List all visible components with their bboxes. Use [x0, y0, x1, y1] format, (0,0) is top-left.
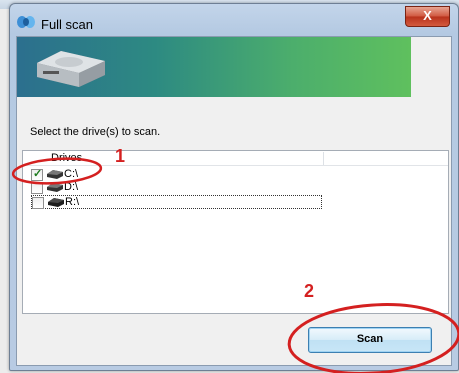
drive-row-c[interactable]: ✓ C:\	[31, 168, 323, 182]
header-banner	[17, 37, 411, 97]
annotation-step-1: 1	[115, 146, 126, 166]
scan-button[interactable]: Scan	[308, 327, 432, 353]
checkbox-c[interactable]: ✓	[31, 168, 43, 181]
hard-drive-icon	[37, 51, 105, 87]
column-header-drives[interactable]: Drives	[51, 152, 324, 165]
drive-icon	[48, 198, 64, 207]
drive-icon	[47, 170, 63, 179]
annotation-step-2: 2	[304, 281, 315, 301]
list-header: Drives	[23, 151, 448, 166]
title-bar[interactable]: Full scan X	[10, 4, 458, 36]
close-button[interactable]: X	[405, 6, 450, 27]
drive-label: D:\	[64, 181, 79, 193]
window-title: Full scan	[41, 17, 94, 32]
instruction-text: Select the drive(s) to scan.	[30, 126, 161, 138]
drive-label: R:\	[65, 196, 80, 208]
drive-icon	[47, 183, 63, 192]
checkmark-icon: ✓	[33, 168, 43, 180]
drives-list[interactable]: Drives ✓ C:\ D:\ R:\	[22, 150, 449, 314]
full-scan-dialog: Full scan X Select the drive(s) to scan.…	[9, 3, 459, 371]
dialog-content: Select the drive(s) to scan. Drives ✓ C:…	[16, 36, 452, 366]
drive-row-d[interactable]: D:\	[31, 181, 323, 195]
app-logo-icon	[17, 16, 35, 28]
drive-label: C:\	[64, 168, 79, 180]
checkbox-r[interactable]	[32, 197, 44, 209]
checkbox-d[interactable]	[31, 182, 43, 194]
drive-row-r[interactable]: R:\	[31, 195, 322, 209]
